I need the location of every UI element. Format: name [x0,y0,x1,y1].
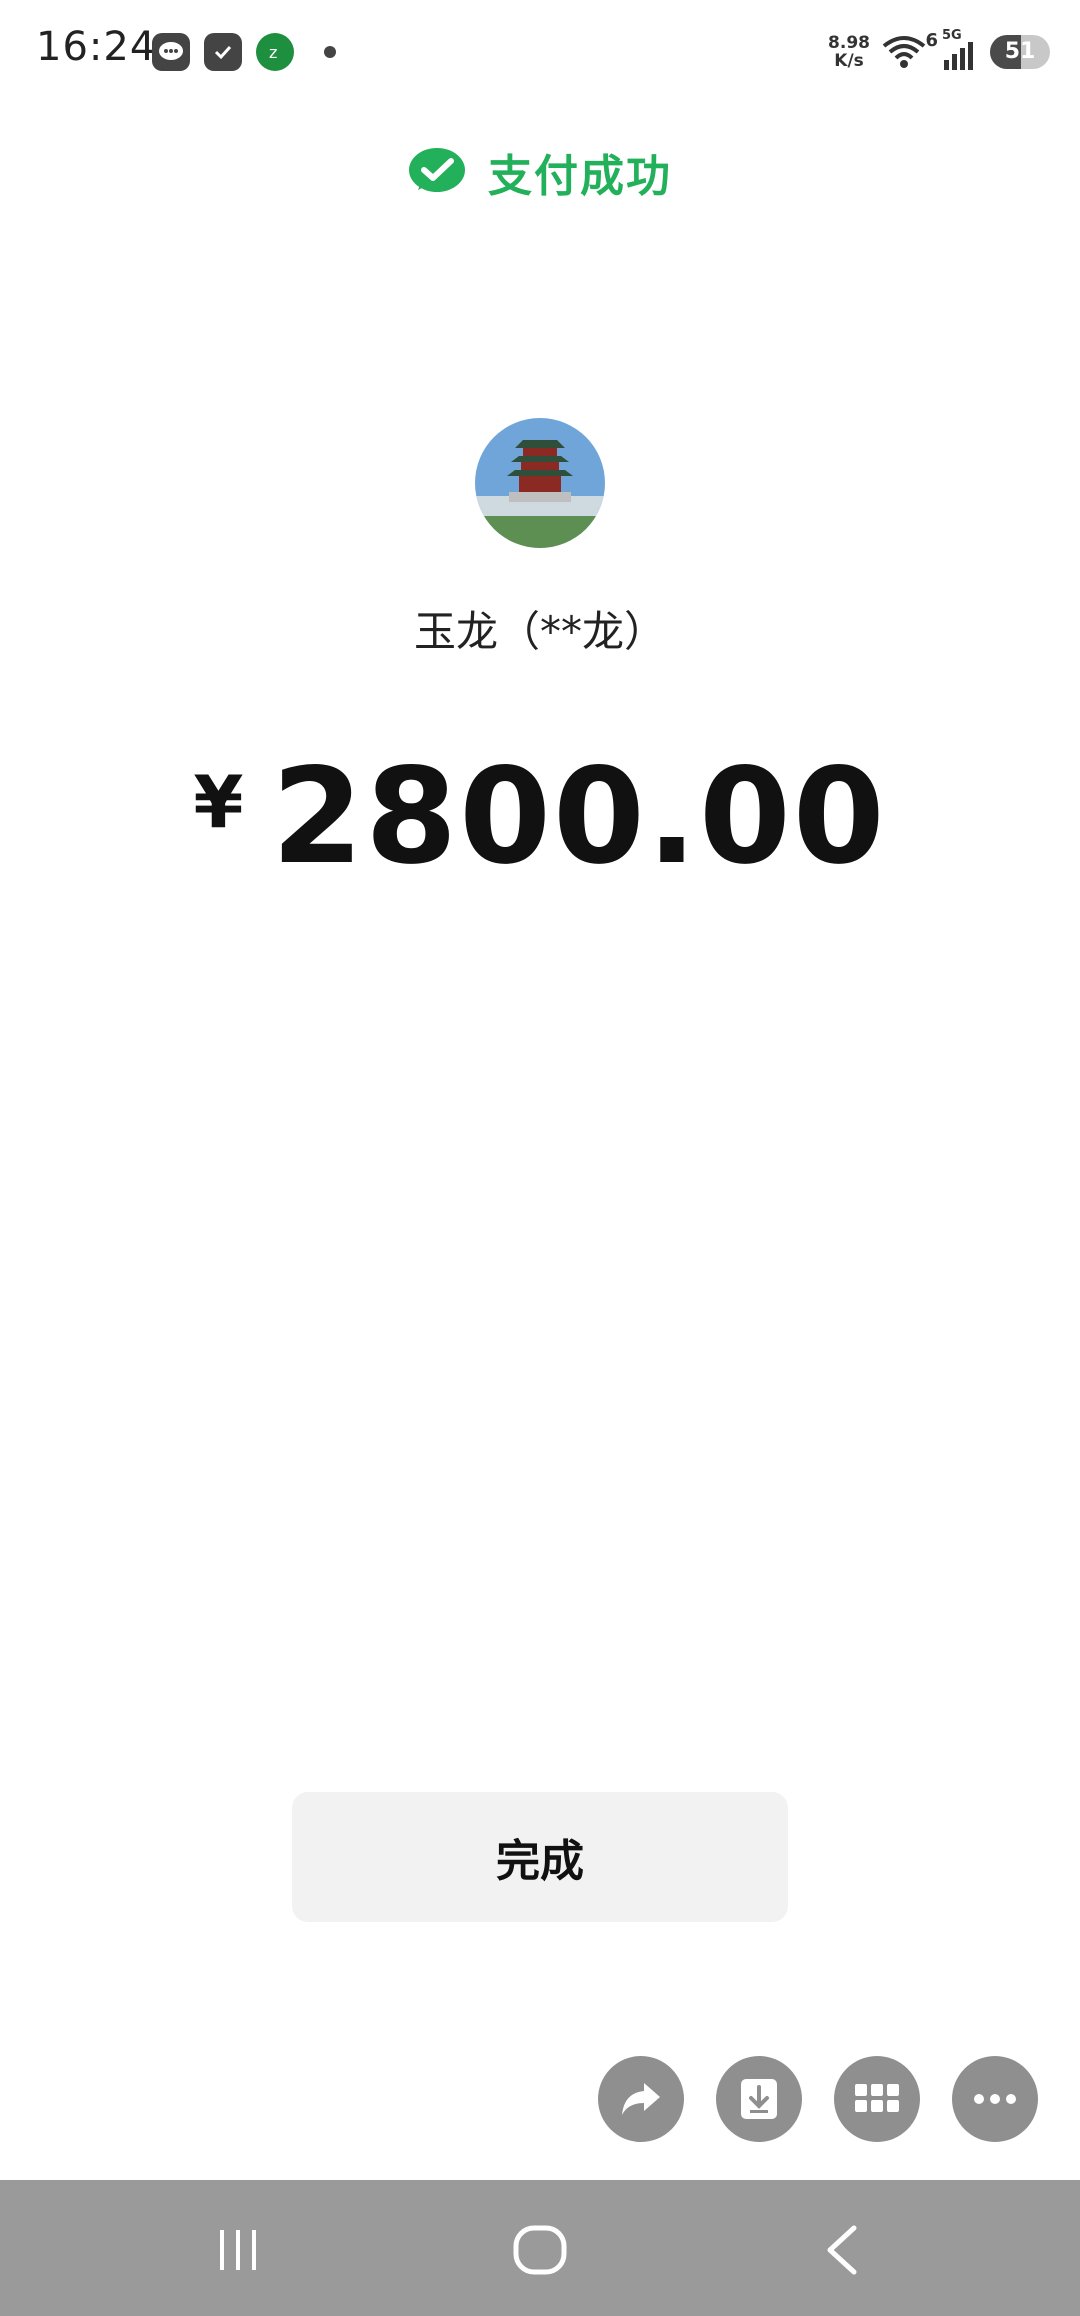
page-title: 支付成功 [488,151,672,202]
status-time: 16:24 [36,24,157,70]
done-button[interactable]: 完成 [292,1792,788,1922]
system-nav-bar [0,2180,1080,2316]
amount-row: ¥ 2800.00 [0,740,1080,894]
signal-label: 5G [942,28,962,43]
back-icon[interactable] [802,2210,882,2290]
share-icon[interactable] [598,2056,684,2142]
status-bar: 16:24 z 8.98 K/s 6 5G 51 [0,0,1080,104]
notification-icons: z [152,32,336,72]
check-bubble-icon [409,148,465,192]
speed-unit: K/s [834,51,864,71]
network-speed: 8.98 K/s [828,34,870,70]
avatar [475,418,605,548]
payment-success-header: 支付成功 [0,140,1080,204]
message-icon [152,33,190,71]
battery-level: 51 [1004,39,1036,64]
more-notifications-dot [324,46,336,58]
more-icon[interactable] [952,2056,1038,2142]
currency-symbol: ¥ [193,760,244,844]
speed-value: 8.98 [828,33,870,53]
payee-name: 玉龙（**龙） [413,607,666,656]
home-icon[interactable] [500,2210,580,2290]
status-right: 8.98 K/s 6 5G 51 [828,28,1050,74]
signal-icon: 5G [942,28,980,72]
recent-apps-icon[interactable] [198,2210,278,2290]
svg-text:z: z [269,43,277,62]
battery-indicator: 51 [990,35,1050,69]
download-icon[interactable] [716,2056,802,2142]
wifi-label: 6 [925,30,938,51]
payment-amount: 2800.00 [271,740,887,894]
wifi-icon: 6 [880,30,938,72]
floating-actions [598,2056,1038,2142]
task-icon [204,33,242,71]
grid-icon[interactable] [834,2056,920,2142]
app-badge-icon: z [256,33,294,71]
